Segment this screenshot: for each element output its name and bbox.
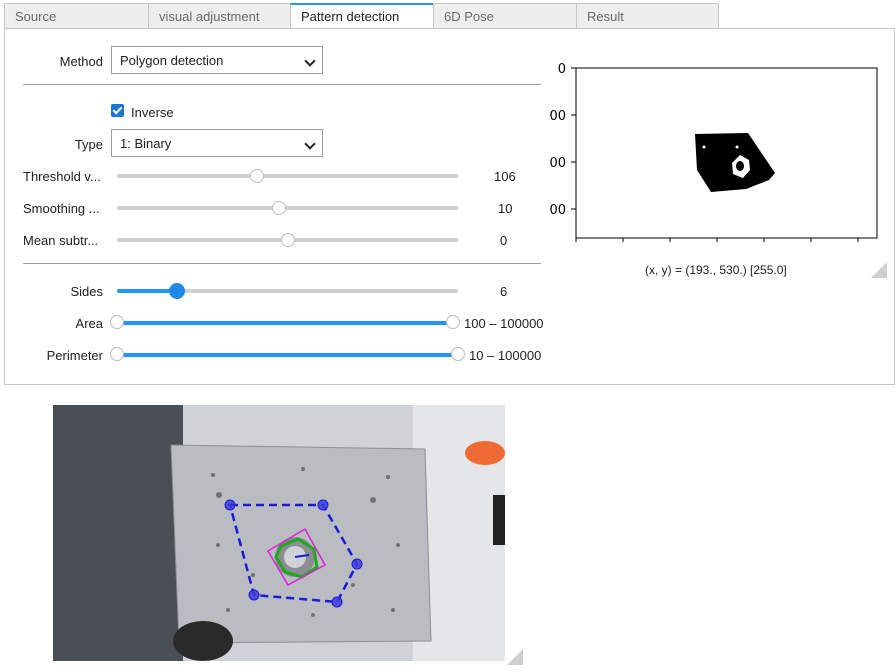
y-tick-label: 0: [558, 62, 566, 77]
type-select-value: 1: Binary: [120, 136, 172, 151]
perimeter-min-handle[interactable]: [110, 347, 124, 361]
area-value: 100 – 100000: [464, 316, 544, 331]
tab-source[interactable]: Source: [4, 3, 149, 29]
smoothing-label: Smoothing ...: [23, 201, 100, 216]
resize-handle-icon[interactable]: [507, 649, 523, 665]
controls-panel: Method Polygon detection Inverse Type 1:…: [4, 28, 895, 385]
method-select-value: Polygon detection: [120, 53, 224, 68]
area-min-handle[interactable]: [110, 315, 124, 329]
sides-slider-fill: [117, 289, 177, 293]
tab-visual-adjustment[interactable]: visual adjustment: [148, 3, 291, 29]
perimeter-max-handle[interactable]: [451, 347, 465, 361]
area-max-handle[interactable]: [446, 315, 460, 329]
smoothing-slider-handle[interactable]: [271, 201, 286, 215]
divider: [23, 84, 541, 85]
method-label: Method: [59, 54, 103, 69]
threshold-slider-handle[interactable]: [249, 169, 264, 183]
perimeter-label: Perimeter: [46, 348, 103, 363]
threshold-value: 106: [494, 169, 516, 184]
type-label: Type: [74, 137, 103, 152]
y-tick-label: 00: [549, 109, 566, 124]
threshold-slider-track[interactable]: [117, 174, 458, 178]
threshold-label: Threshold v...: [23, 169, 101, 184]
tab-bar: Source visual adjustment Pattern detecti…: [4, 3, 719, 29]
y-tick-label: 00: [549, 156, 566, 171]
sides-label: Sides: [70, 284, 103, 299]
camera-frame: [53, 405, 505, 661]
area-range-fill: [117, 321, 453, 325]
resize-handle-icon[interactable]: [871, 262, 887, 278]
mean-subtraction-value: 0: [500, 233, 508, 248]
mean-subtraction-label: Mean subtr...: [23, 233, 99, 248]
smoothing-slider-track[interactable]: [117, 206, 458, 210]
tab-result[interactable]: Result: [576, 3, 719, 29]
coordinate-readout: (x, y) = (193., 530.) [255.0]: [645, 263, 787, 277]
mean-subtraction-slider-handle[interactable]: [280, 233, 295, 247]
sides-slider-handle[interactable]: [168, 283, 185, 299]
inverse-checkbox[interactable]: [111, 104, 124, 117]
method-select[interactable]: Polygon detection: [111, 46, 323, 74]
detection-image[interactable]: [53, 405, 505, 661]
tab-pattern-detection[interactable]: Pattern detection: [290, 3, 434, 29]
chevron-down-icon: [304, 138, 316, 150]
divider: [23, 263, 541, 264]
chevron-down-icon: [304, 55, 316, 67]
orange-object: [465, 441, 505, 465]
type-select[interactable]: 1: Binary: [111, 129, 323, 157]
perimeter-range-fill: [117, 353, 458, 357]
sides-value: 6: [500, 284, 508, 299]
binary-preview-figure[interactable]: 0 00 00 00: [547, 56, 887, 278]
smoothing-value: 10: [498, 201, 513, 216]
y-tick-label: 00: [549, 203, 566, 218]
perimeter-value: 10 – 100000: [469, 348, 542, 363]
inverse-label: Inverse: [131, 105, 174, 120]
tab-6d-pose[interactable]: 6D Pose: [433, 3, 577, 29]
area-label: Area: [75, 316, 103, 331]
binary-preview-plot: 0 00 00 00: [549, 62, 887, 278]
